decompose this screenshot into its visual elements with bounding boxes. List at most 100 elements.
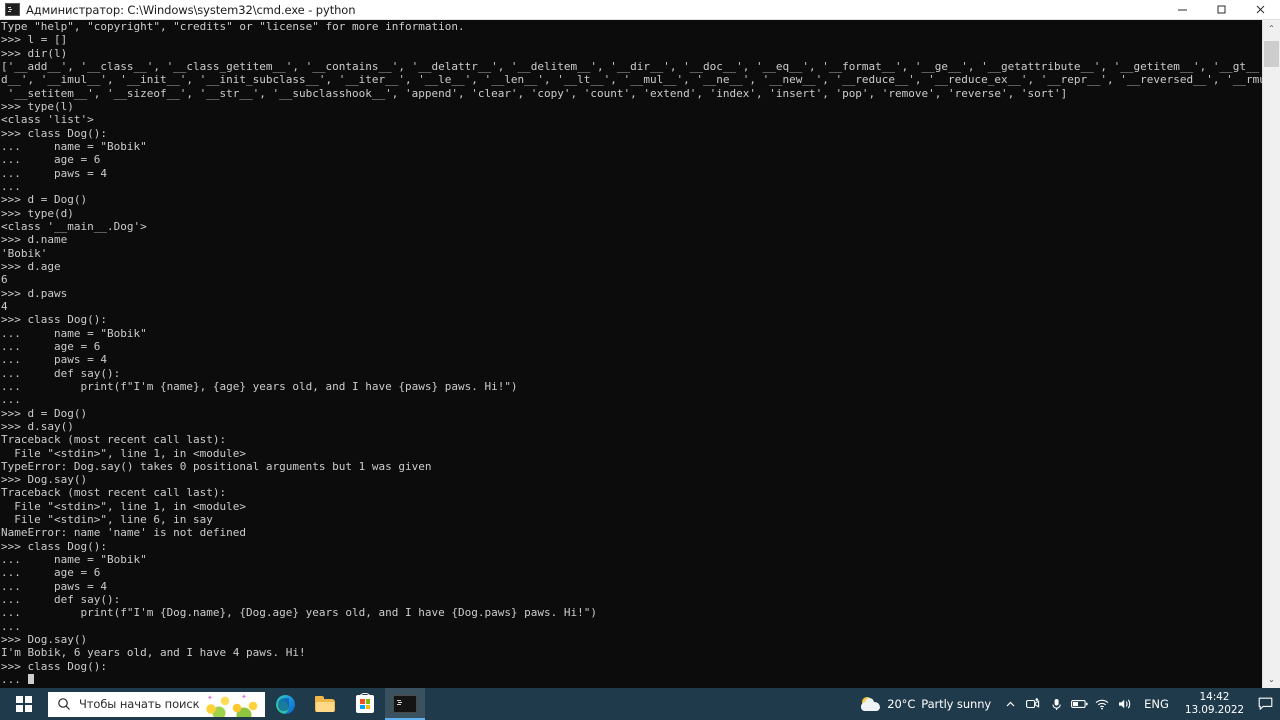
console-line: ...: [1, 619, 21, 633]
console-line: >>> d = Dog(): [1, 406, 88, 420]
taskbar-app-edge[interactable]: [265, 688, 305, 720]
console-line: ... def say():: [1, 366, 121, 380]
sparkle-icon: ✦: [241, 692, 247, 701]
console-line: ... name = "Bobik": [1, 553, 147, 567]
console-line: NameError: name 'name' is not defined: [1, 526, 247, 540]
cmd-icon: [393, 695, 417, 713]
console-line: Traceback (most recent call last):: [1, 433, 227, 447]
console-line: File "<stdin>", line 6, in say: [1, 513, 213, 527]
screen: Администратор: C:\Windows\system32\cmd.e…: [0, 0, 1280, 720]
console-line: ... age = 6: [1, 566, 101, 580]
console-line: ['__add__', '__class__', '__class_getite…: [1, 59, 1262, 73]
console-prompt-line: ...: [0, 673, 1262, 686]
console-line: >>> Dog.say(): [1, 633, 88, 647]
cmd-icon: [5, 3, 20, 16]
close-button[interactable]: [1241, 0, 1280, 19]
cmd-window: Администратор: C:\Windows\system32\cmd.e…: [0, 0, 1280, 688]
search-decoration-image: ✦ ✦: [199, 691, 265, 717]
system-tray: 20°C Partly sunny ENG 14:42 13.09.2022: [855, 688, 1280, 720]
weather-temperature: 20°C: [887, 697, 916, 711]
volume-icon[interactable]: [1114, 688, 1136, 720]
console-line: ... name = "Bobik": [1, 139, 147, 153]
search-input[interactable]: Чтобы начать поиск, введите ✦ ✦: [48, 691, 265, 717]
console-line: ...: [1, 179, 21, 193]
taskbar-app-file-explorer[interactable]: [305, 688, 345, 720]
weather-condition: Partly sunny: [921, 697, 992, 711]
console-line: '__setitem__', '__sizeof__', '__str__', …: [1, 86, 1068, 100]
console-line: >>> dir(l): [1, 46, 68, 60]
notifications-button[interactable]: [1252, 688, 1278, 720]
console-line: ... print(f"I'm {Dog.name}, {Dog.age} ye…: [1, 606, 598, 620]
console-line: ... print(f"I'm {name}, {age} years old,…: [1, 379, 518, 393]
minimize-button[interactable]: [1163, 0, 1202, 19]
console-line: >>> type(d): [1, 206, 74, 220]
console-line: ... paws = 4: [1, 579, 107, 593]
search-icon: [57, 697, 71, 711]
store-icon: [356, 692, 374, 713]
taskbar-app-command-prompt[interactable]: [385, 688, 425, 720]
console-line: >>> type(l): [1, 99, 74, 113]
console-scrollbar[interactable]: ⌃ ⌄: [1262, 20, 1280, 688]
console-line: 4: [1, 299, 8, 313]
camera-icon[interactable]: [1022, 688, 1044, 720]
weather-widget[interactable]: 20°C Partly sunny: [855, 688, 999, 720]
scroll-down-arrow[interactable]: ⌄: [1263, 671, 1280, 688]
scrollbar-track[interactable]: [1263, 37, 1280, 671]
console-line: Type "help", "copyright", "credits" or "…: [1, 20, 465, 33]
taskbar-app-microsoft-store[interactable]: [345, 688, 385, 720]
console-line: I'm Bobik, 6 years old, and I have 4 paw…: [1, 646, 306, 660]
console-line: ... def say():: [1, 593, 121, 607]
taskbar: Чтобы начать поиск, введите ✦ ✦ 20°C Par…: [0, 688, 1280, 720]
console-line: ... age = 6: [1, 339, 101, 353]
maximize-button[interactable]: [1202, 0, 1241, 19]
console-line: File "<stdin>", line 1, in <module>: [1, 446, 247, 460]
console-line: d__', '__imul__', '__init__', '__init_su…: [1, 73, 1262, 87]
console-line: >>> d.say(): [1, 419, 74, 433]
window-title: Администратор: C:\Windows\system32\cmd.e…: [26, 2, 356, 17]
console-line: >>> d.name: [1, 233, 68, 247]
console-line: >>> class Dog():: [1, 313, 107, 327]
console-line: >>> class Dog():: [1, 659, 107, 673]
window-controls: [1163, 0, 1280, 19]
window-titlebar[interactable]: Администратор: C:\Windows\system32\cmd.e…: [0, 0, 1280, 20]
console-line: ... paws = 4: [1, 166, 107, 180]
console-line: <class '__main__.Dog'>: [1, 219, 147, 233]
console-line: ... age = 6: [1, 153, 101, 167]
console-line: <class 'list'>: [1, 113, 94, 127]
console-cursor: [27, 674, 34, 685]
tray-icons: [999, 688, 1136, 720]
console-line: TypeError: Dog.say() takes 0 positional …: [1, 459, 432, 473]
console-area[interactable]: Type "help", "copyright", "credits" or "…: [0, 20, 1280, 688]
console-line: >>> d = Dog(): [1, 193, 88, 207]
taskbar-apps: [265, 688, 425, 720]
clock[interactable]: 14:42 13.09.2022: [1177, 688, 1252, 720]
scrollbar-thumb[interactable]: [1264, 41, 1279, 67]
console-line: >>> Dog.say(): [1, 473, 88, 487]
sun-cloud-icon: [861, 696, 881, 712]
console-line: 6: [1, 273, 8, 287]
console-line: >>> d.age: [1, 259, 61, 273]
microphone-icon[interactable]: [1045, 688, 1067, 720]
wifi-icon[interactable]: [1091, 688, 1113, 720]
windows-logo-icon: [16, 696, 32, 712]
start-button[interactable]: [0, 688, 48, 720]
console-output[interactable]: Type "help", "copyright", "credits" or "…: [0, 20, 1262, 688]
battery-icon[interactable]: [1068, 688, 1090, 720]
show-hidden-icons-button[interactable]: [999, 688, 1021, 720]
console-line: File "<stdin>", line 1, in <module>: [1, 499, 247, 513]
console-line: >>> class Dog():: [1, 539, 107, 553]
console-line: >>> d.paws: [1, 286, 68, 300]
console-line: ...: [1, 393, 21, 407]
edge-icon: [275, 694, 295, 714]
language-indicator[interactable]: ENG: [1136, 688, 1177, 720]
console-line: ... paws = 4: [1, 353, 107, 367]
scroll-up-arrow[interactable]: ⌃: [1263, 20, 1280, 37]
console-line: Traceback (most recent call last):: [1, 486, 227, 500]
console-line: >>> class Dog():: [1, 126, 107, 140]
folder-icon: [315, 696, 335, 712]
console-line: >>> l = []: [1, 33, 68, 47]
clock-time: 14:42: [1199, 691, 1230, 703]
console-line: 'Bobik': [1, 246, 48, 260]
console-line: ... name = "Bobik": [1, 326, 147, 340]
clock-date: 13.09.2022: [1184, 704, 1244, 716]
